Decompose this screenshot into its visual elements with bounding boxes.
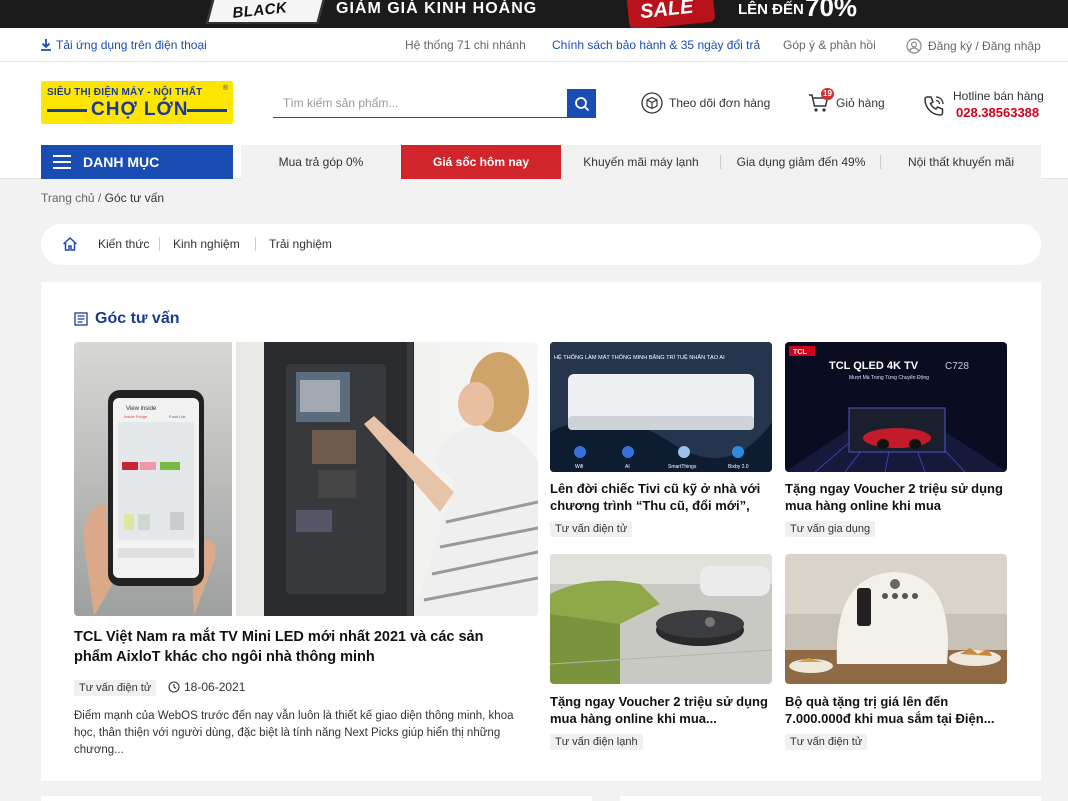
promo-nav-strip: Mua trả góp 0% Giá sốc hôm nay Khuyến mã… — [241, 145, 1041, 179]
subnav-trial[interactable]: Trải nghiệm — [269, 237, 332, 251]
article-card-tag[interactable]: Tư vấn điện tử — [785, 734, 868, 750]
air-conditioner-image: HỆ THỐNG LÀM MÁT THÔNG MINH BẰNG TRÍ TUỆ… — [550, 342, 772, 472]
svg-text:TCL QLED 4K TV: TCL QLED 4K TV — [829, 360, 919, 372]
search-icon — [574, 96, 589, 111]
advice-subnav: Kiến thức Kinh nghiệm Trải nghiệm — [41, 224, 1041, 265]
auth-label: Đăng ký / Đăng nhập — [928, 39, 1041, 53]
article-card-tag[interactable]: Tư vấn gia dụng — [785, 521, 876, 537]
site-logo[interactable]: SIÊU THỊ ĐIỆN MÁY - NỘI THẤT CHỢ LỚN ® — [41, 81, 233, 124]
svg-text:View inside: View inside — [126, 406, 157, 412]
search-button[interactable] — [567, 89, 596, 118]
svg-text:TCL: TCL — [793, 349, 807, 356]
logo-brand: CHỢ LỚN — [91, 99, 189, 120]
article-card-image[interactable] — [785, 554, 1007, 684]
cart-label: Giỏ hàng — [836, 96, 885, 110]
app-download-label: Tải ứng dụng trên điện thoại — [56, 38, 207, 52]
article-card-tag[interactable]: Tư vấn điện lạnh — [550, 734, 643, 750]
breadcrumb-separator: / — [94, 191, 105, 205]
feedback-link[interactable]: Góp ý & phản hồi — [783, 38, 876, 52]
article-card-title[interactable]: Tặng ngay Voucher 2 triệu sử dụng mua hà… — [550, 693, 772, 727]
logo-bar-left — [47, 109, 87, 112]
warranty-policy-link[interactable]: Chính sách bảo hành & 35 ngày đổi trả — [552, 38, 760, 52]
subnav-experience[interactable]: Kinh nghiệm — [173, 237, 240, 251]
auth-link[interactable]: Đăng ký / Đăng nhập — [906, 38, 1041, 54]
nav-item-ac-promo[interactable]: Khuyến mãi máy lạnh — [561, 145, 721, 179]
featured-article-tag[interactable]: Tư vấn điện tử — [74, 680, 157, 696]
article-card-image[interactable] — [550, 554, 772, 684]
search-box — [273, 89, 596, 118]
svg-text:C728: C728 — [945, 361, 969, 372]
logo-tagline: SIÊU THỊ ĐIỆN MÁY - NỘI THẤT — [47, 87, 203, 98]
home-icon[interactable] — [62, 236, 78, 252]
phone-icon — [924, 96, 944, 116]
svg-text:AI: AI — [625, 464, 630, 470]
promo-upto: LÊN ĐẾN — [738, 1, 804, 18]
track-order-link[interactable]: Theo dõi đơn hàng — [641, 92, 770, 114]
nav-item-installment[interactable]: Mua trả góp 0% — [241, 145, 401, 179]
hotline-number: 028.38563388 — [956, 105, 1040, 120]
app-download-link[interactable]: Tải ứng dụng trên điện thoại — [40, 38, 207, 52]
search-input[interactable] — [273, 89, 568, 118]
breadcrumb-current: Góc tư vấn — [104, 191, 164, 205]
subnav-knowledge[interactable]: Kiến thức — [98, 237, 149, 251]
sale-badge: SALE — [626, 0, 716, 28]
article-card-title[interactable]: Tặng ngay Voucher 2 triệu sử dụng mua hà… — [785, 480, 1007, 514]
article-card-title[interactable]: Bộ quà tặng trị giá lên đến 7.000.000đ k… — [785, 693, 1007, 727]
logo-bar-right — [187, 109, 227, 112]
breadcrumb-home[interactable]: Trang chủ — [41, 191, 95, 205]
svg-text:Mượt Mà Trong Từng Chuyển Động: Mượt Mà Trong Từng Chuyển Động — [849, 374, 929, 381]
svg-text:HỆ THỐNG LÀM MÁT THÔNG MINH BẰ: HỆ THỐNG LÀM MÁT THÔNG MINH BẰNG TRÍ TUỆ… — [554, 353, 725, 361]
svg-text:Food List: Food List — [169, 414, 186, 419]
advice-section: Góc tư vấn View inside Inside Fridge Foo… — [41, 282, 1041, 781]
nav-item-furniture-promo[interactable]: Nội thất khuyến mãi — [881, 145, 1041, 179]
breadcrumb: Trang chủ / Góc tư vấn — [41, 191, 164, 205]
hamburger-icon — [53, 155, 71, 169]
promo-percent: 70% — [805, 0, 858, 22]
category-menu-button[interactable]: DANH MỤC — [41, 145, 233, 179]
category-menu-label: DANH MỤC — [83, 154, 160, 170]
black-friday-badge: BLACK FRIDAY — [205, 0, 327, 24]
svg-text:SmartThings: SmartThings — [668, 464, 697, 470]
cart-count-badge: 19 — [821, 88, 834, 100]
article-icon — [74, 312, 88, 326]
svg-text:Bixby 2.0: Bixby 2.0 — [728, 464, 749, 470]
next-section-left — [41, 796, 592, 801]
main-nav: DANH MỤC Mua trả góp 0% Giá sốc hôm nay … — [0, 145, 1068, 179]
section-title: Góc tư vấn — [74, 310, 180, 328]
featured-article-description: Điểm mạnh của WebOS trước đến nay vẫn lu… — [74, 710, 514, 756]
subnav-divider — [255, 237, 256, 251]
next-section-right — [620, 796, 1041, 801]
package-icon — [641, 92, 663, 114]
hotline-label: Hotline bán hàng — [953, 89, 1044, 103]
track-order-label: Theo dõi đơn hàng — [669, 96, 771, 110]
site-header: SIÊU THỊ ĐIỆN MÁY - NỘI THẤT CHỢ LỚN ® T… — [0, 62, 1068, 145]
featured-article-image[interactable]: View inside Inside Fridge Food List — [74, 342, 538, 616]
top-bar: Tải ứng dụng trên điện thoại Hệ thống 71… — [0, 28, 1068, 62]
subnav-divider — [159, 237, 160, 251]
nav-item-hot-deals[interactable]: Giá sốc hôm nay — [401, 145, 561, 179]
branches-link[interactable]: Hệ thống 71 chi nhánh — [405, 38, 526, 52]
featured-article-title[interactable]: TCL Việt Nam ra mắt TV Mini LED mới nhất… — [74, 627, 524, 667]
user-icon — [906, 38, 922, 54]
svg-text:Inside Fridge: Inside Fridge — [124, 414, 148, 419]
logo-registered: ® — [222, 85, 228, 92]
download-icon — [41, 39, 51, 51]
featured-article-date: 18-06-2021 — [168, 680, 245, 694]
promo-headline: GIẢM GIÁ KINH HOÀNG — [336, 0, 538, 17]
tcl-tv-image: TCL TCL QLED 4K TV C728 Mượt Mà Trong Từ… — [785, 342, 1007, 472]
promo-banner[interactable]: BLACK FRIDAY GIẢM GIÁ KINH HOÀNG SALE LÊ… — [0, 0, 1068, 28]
section-title-label: Góc tư vấn — [95, 310, 180, 327]
robot-vacuum-image — [550, 554, 772, 684]
featured-illustration: View inside Inside Fridge Food List — [74, 342, 538, 616]
air-fryer-image — [785, 554, 1007, 684]
cart-link[interactable]: 19 Giỏ hàng — [808, 88, 885, 114]
nav-item-appliance-promo[interactable]: Gia dụng giảm đến 49% — [721, 145, 881, 179]
article-card-title[interactable]: Lên đời chiếc Tivi cũ kỹ ở nhà với chươn… — [550, 480, 772, 514]
article-card-image[interactable]: HỆ THỐNG LÀM MÁT THÔNG MINH BẰNG TRÍ TUỆ… — [550, 342, 772, 472]
article-card-image[interactable]: TCL TCL QLED 4K TV C728 Mượt Mà Trong Từ… — [785, 342, 1007, 472]
article-card-tag[interactable]: Tư vấn điện tử — [550, 521, 633, 537]
clock-icon — [168, 681, 180, 693]
svg-text:Wifi: Wifi — [575, 464, 583, 470]
featured-article-date-text: 18-06-2021 — [184, 680, 246, 694]
